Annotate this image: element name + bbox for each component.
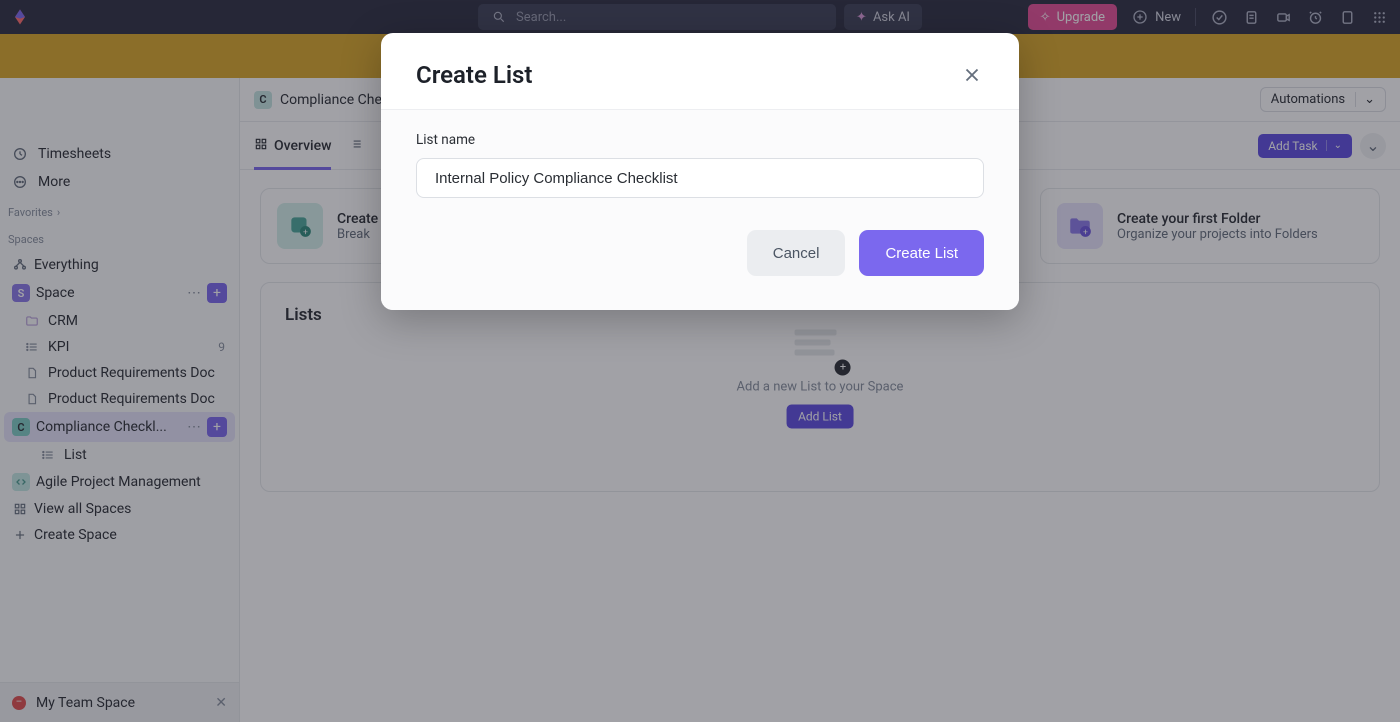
modal-title: Create List [416, 61, 532, 89]
modal-footer: Cancel Create List [381, 208, 1019, 310]
modal-close-button[interactable] [960, 63, 984, 87]
modal-backdrop[interactable]: Create List List name Cancel Create List [0, 0, 1400, 722]
list-name-input[interactable] [416, 158, 984, 198]
create-list-modal: Create List List name Cancel Create List [381, 33, 1019, 310]
modal-header: Create List [381, 33, 1019, 110]
create-list-button[interactable]: Create List [859, 230, 984, 276]
cancel-button[interactable]: Cancel [747, 230, 846, 276]
modal-body: List name [381, 110, 1019, 208]
list-name-label: List name [416, 132, 984, 148]
